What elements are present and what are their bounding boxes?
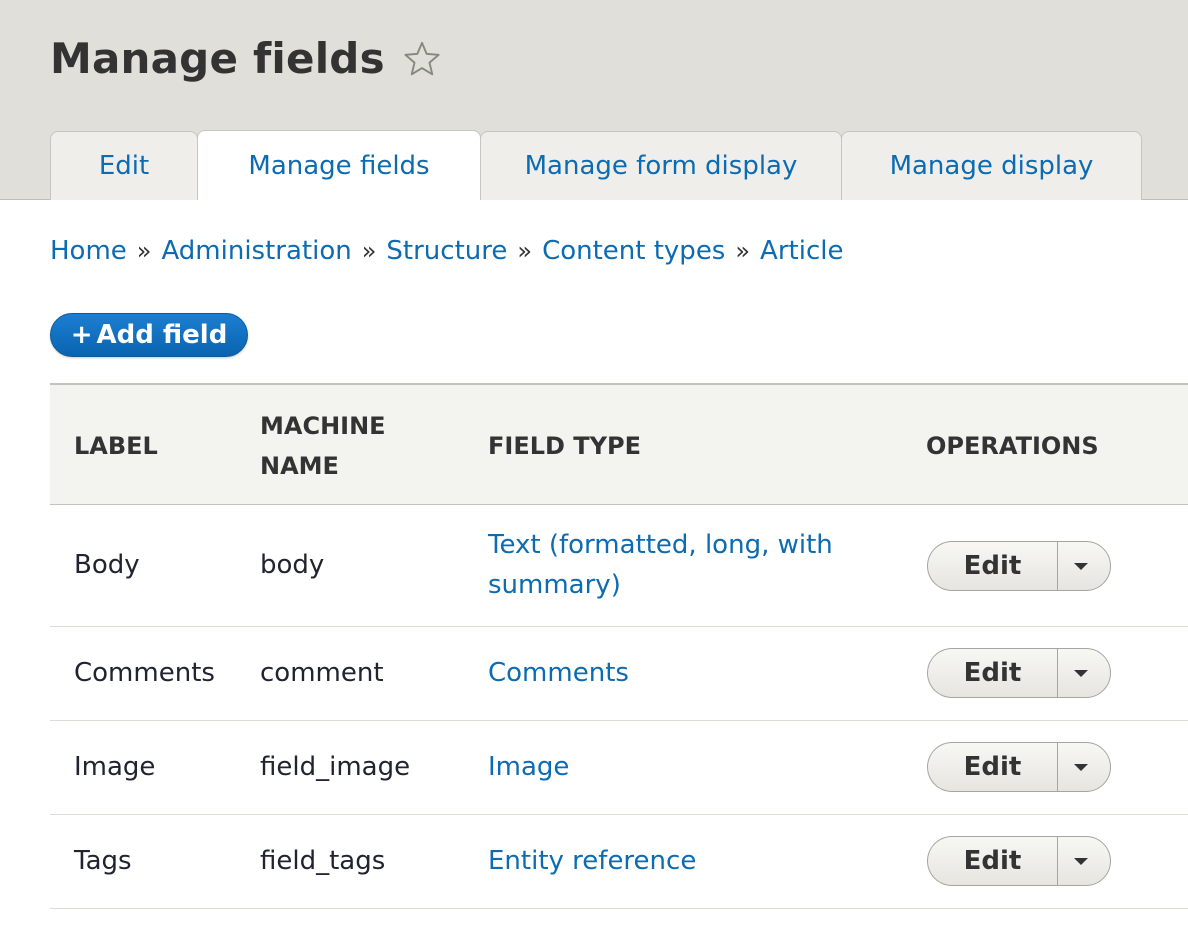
caret-down-icon	[1074, 562, 1088, 570]
edit-button[interactable]: Edit	[927, 648, 1057, 698]
field-machine-name: field_tags	[260, 846, 386, 876]
breadcrumb-separator: »	[735, 237, 751, 265]
operations-dropbutton: Edit	[927, 648, 1111, 698]
column-header-label: LABEL	[74, 432, 158, 460]
breadcrumb-article[interactable]: Article	[760, 236, 843, 266]
operations-dropbutton: Edit	[927, 836, 1111, 886]
star-icon[interactable]	[403, 40, 441, 78]
breadcrumb-structure[interactable]: Structure	[386, 236, 507, 266]
field-type-link[interactable]: Image	[488, 747, 868, 787]
breadcrumb-separator: »	[136, 237, 152, 265]
field-type-link[interactable]: Entity reference	[488, 841, 868, 881]
field-label: Comments	[74, 658, 215, 688]
operations-toggle-button[interactable]	[1057, 742, 1111, 792]
table-header: LABEL MACHINE NAME FIELD TYPE OPERATIONS	[50, 383, 1188, 505]
breadcrumb: Home » Administration » Structure » Cont…	[50, 236, 843, 266]
operations-toggle-button[interactable]	[1057, 836, 1111, 886]
breadcrumb-content-types[interactable]: Content types	[542, 236, 725, 266]
fields-table: LABEL MACHINE NAME FIELD TYPE OPERATIONS…	[50, 383, 1188, 909]
page-title: Manage fields	[50, 34, 385, 83]
field-machine-name: body	[260, 550, 325, 580]
table-row: Image field_image Image Edit	[50, 721, 1188, 815]
column-header-field-type: FIELD TYPE	[488, 432, 642, 460]
tab-manage-fields[interactable]: Manage fields	[197, 130, 481, 200]
field-label: Body	[74, 550, 140, 580]
breadcrumb-home[interactable]: Home	[50, 236, 127, 266]
edit-button[interactable]: Edit	[927, 836, 1057, 886]
field-label: Tags	[74, 846, 132, 876]
tab-edit[interactable]: Edit	[50, 131, 198, 200]
primary-tabs: Edit Manage fields Manage form display M…	[50, 130, 1142, 200]
breadcrumb-separator: »	[517, 237, 533, 265]
tab-manage-form-display[interactable]: Manage form display	[480, 131, 842, 200]
edit-button[interactable]: Edit	[927, 742, 1057, 792]
edit-button[interactable]: Edit	[927, 541, 1057, 591]
field-machine-name: field_image	[260, 752, 411, 782]
field-machine-name: comment	[260, 658, 384, 688]
field-type-link[interactable]: Comments	[488, 653, 868, 693]
plus-icon: +	[70, 320, 93, 350]
title-row: Manage fields	[50, 34, 441, 83]
operations-dropbutton: Edit	[927, 742, 1111, 792]
breadcrumb-administration[interactable]: Administration	[161, 236, 351, 266]
table-row: Tags field_tags Entity reference Edit	[50, 815, 1188, 909]
caret-down-icon	[1074, 763, 1088, 771]
caret-down-icon	[1074, 669, 1088, 677]
field-label: Image	[74, 752, 156, 782]
operations-dropbutton: Edit	[927, 541, 1111, 591]
column-header-machine-name: MACHINE NAME	[260, 412, 386, 480]
column-header-operations: OPERATIONS	[926, 432, 1099, 460]
breadcrumb-separator: »	[361, 237, 377, 265]
field-type-link[interactable]: Text (formatted, long, with summary)	[488, 525, 868, 605]
table-row: Comments comment Comments Edit	[50, 627, 1188, 721]
table-row: Body body Text (formatted, long, with su…	[50, 505, 1188, 627]
add-field-label: Add field	[96, 320, 228, 350]
page-header: Manage fields Edit Manage fields Manage …	[0, 0, 1188, 200]
tab-manage-display[interactable]: Manage display	[841, 131, 1142, 200]
caret-down-icon	[1074, 857, 1088, 865]
add-field-button[interactable]: + Add field	[50, 313, 248, 357]
operations-toggle-button[interactable]	[1057, 541, 1111, 591]
operations-toggle-button[interactable]	[1057, 648, 1111, 698]
